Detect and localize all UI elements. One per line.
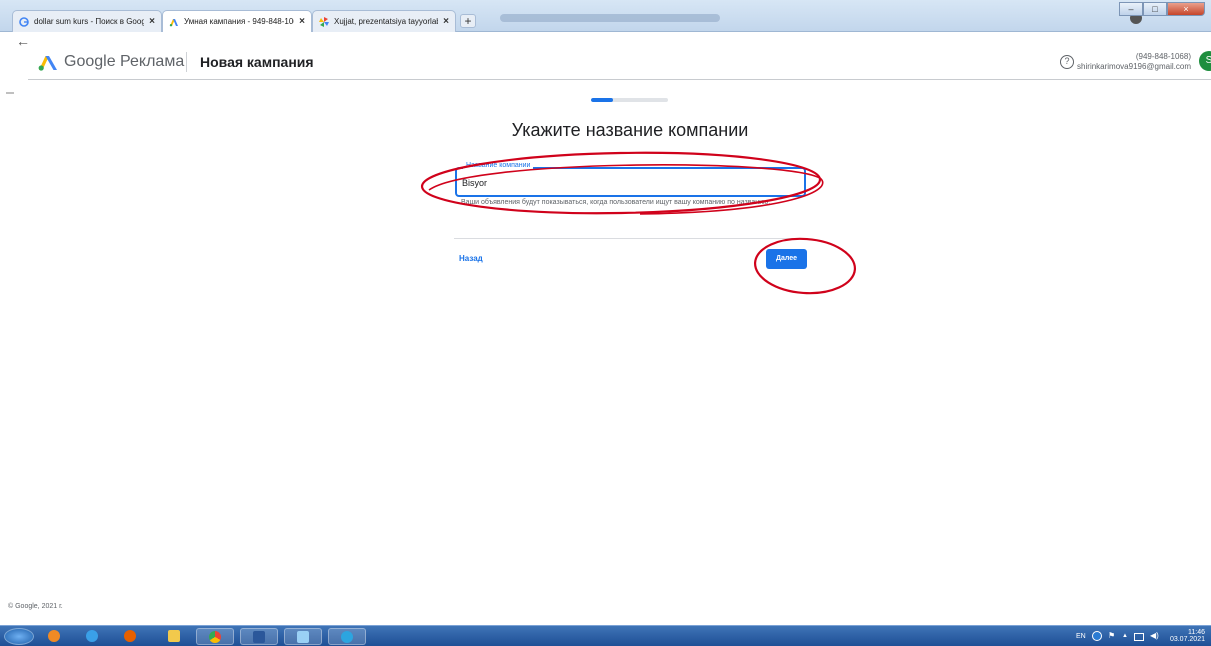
paint-icon [297,631,309,643]
tab-close-icon[interactable]: × [299,16,305,27]
tab-close-icon[interactable]: × [149,16,155,27]
os-taskbar: EN ⚑ ▲ ◀) 11:46 03.07.2021 [0,625,1211,646]
red-annotation-marks [420,151,857,295]
taskbar-chrome[interactable] [196,628,234,645]
taskbar-explorer[interactable] [160,628,190,645]
window-title-blurred [500,14,720,22]
clock[interactable]: 11:46 03.07.2021 [1170,629,1205,643]
account-phone: (949-848-1068) [1135,52,1191,61]
tab-close-icon[interactable]: × [443,16,449,27]
minimize-icon[interactable]: – [1119,2,1143,16]
wizard-heading: Укажите название компании [511,120,749,140]
header-divider [186,52,187,72]
help-tray-icon[interactable] [1092,631,1102,641]
tab-google-search[interactable]: dollar sum kurs - Поиск в Googl × [12,10,162,32]
footer-copyright: © Google, 2021 г. [8,603,63,610]
close-window-icon[interactable]: × [1167,2,1205,16]
wizard-progress-fill [591,98,613,102]
telegram-icon [341,631,353,643]
taskbar-paint[interactable] [284,628,322,645]
account-email: shirinkarimova9196@gmail.com [1077,62,1191,71]
help-icon[interactable]: ? [1060,55,1074,69]
left-edge-mark [6,92,14,94]
taskbar-telegram[interactable] [328,628,366,645]
google-ads-icon [169,18,178,26]
avatar[interactable]: S [1199,51,1211,71]
company-name-helper: Ваши объявления будут показываться, когд… [461,199,771,206]
chrome-icon [209,631,221,643]
clock-date: 03.07.2021 [1169,636,1205,643]
taskbar-word[interactable] [240,628,278,645]
window-controls: – □ × [1119,2,1205,16]
page-title: Новая кампания [200,54,314,70]
google-ads-logo-icon [38,56,57,71]
browser-tab-strip: dollar sum kurs - Поиск в Googl × Умная … [0,0,1211,32]
clock-time: 11:46 [1188,629,1205,636]
account-info[interactable]: (949-848-1068) shirinkarimova9196@gmail.… [1077,52,1191,72]
language-indicator[interactable]: EN [1076,633,1086,640]
internet-explorer-icon [86,630,98,642]
screen: dollar sum kurs - Поиск в Googl × Умная … [0,0,1211,646]
tab-label: Xujjat, prezentatsiya tayyorlab sa [334,17,439,26]
tab-xujjat[interactable]: Xujjat, prezentatsiya tayyorlab sa × [312,10,456,32]
company-name-input[interactable] [462,176,792,190]
taskbar-firefox[interactable] [116,628,146,645]
media-player-icon [48,630,60,642]
folder-icon [168,630,180,642]
wizard-progress-bar [591,98,668,102]
maximize-icon[interactable]: □ [1143,2,1167,16]
start-button[interactable] [4,628,34,645]
taskbar-ie[interactable] [78,628,108,645]
tab-label: dollar sum kurs - Поиск в Googl [34,17,145,26]
next-button[interactable]: Далее [766,249,807,269]
header-divider-line [28,79,1211,80]
back-arrow-icon[interactable]: ← [16,33,30,49]
show-hidden-icons-icon[interactable]: ▲ [1122,633,1128,639]
new-tab-button[interactable]: + [460,14,476,28]
flag-tray-icon[interactable]: ⚑ [1108,632,1118,641]
back-button[interactable]: Назад [459,254,483,263]
company-name-label: Название компании [463,162,534,169]
word-icon [253,631,265,643]
product-name[interactable]: Google Реклама [64,53,184,71]
wizard-divider [454,238,808,239]
tab-smart-campaign[interactable]: Умная кампания - 949-848-106 × [162,10,312,32]
taskbar-media-player[interactable] [42,628,68,645]
pinwheel-icon [319,16,329,27]
volume-icon[interactable]: ◀) [1150,631,1159,640]
firefox-icon [124,630,136,642]
tab-label: Умная кампания - 949-848-106 [184,17,295,26]
google-g-icon [19,16,29,27]
network-icon[interactable] [1134,633,1144,641]
